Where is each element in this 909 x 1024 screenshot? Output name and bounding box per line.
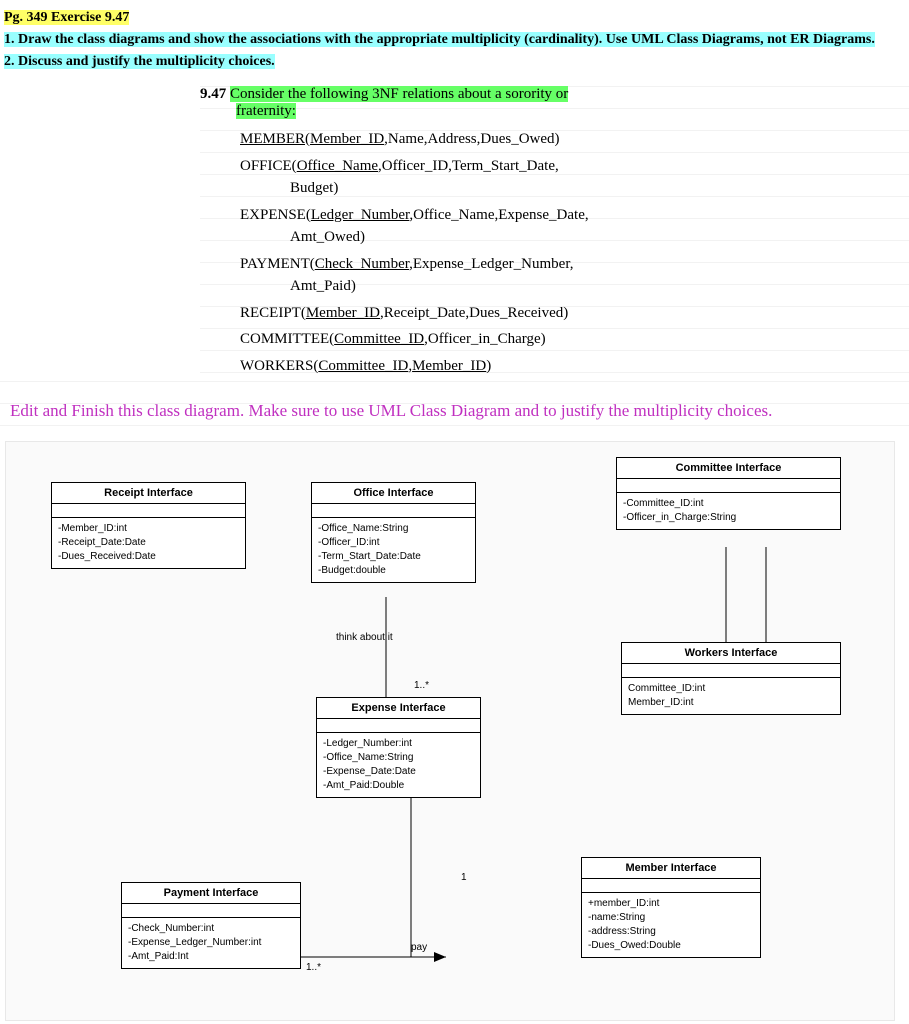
uml-attr: -Budget:double <box>318 564 469 578</box>
uml-attr: -Dues_Owed:Double <box>588 939 754 953</box>
uml-receipt: Receipt Interface -Member_ID:int -Receip… <box>51 482 246 569</box>
uml-attr: -Office_Name:String <box>318 522 469 536</box>
label-think: think about it <box>336 632 393 643</box>
uml-workers: Workers Interface Committee_ID:int Membe… <box>621 642 841 715</box>
handwritten-note: Edit and Finish this class diagram. Make… <box>0 381 909 431</box>
uml-attr: Member_ID:int <box>628 696 834 710</box>
label-multiplicity: 1..* <box>306 962 321 973</box>
uml-title: Expense Interface <box>317 698 480 719</box>
label-multiplicity: 1 <box>461 872 467 883</box>
uml-attr: -Expense_Ledger_Number:int <box>128 936 294 950</box>
uml-attr: -address:String <box>588 925 754 939</box>
uml-title: Receipt Interface <box>52 483 245 504</box>
page-ref: Pg. 349 Exercise 9.47 <box>4 10 129 25</box>
exercise-block: 9.47 Consider the following 3NF relation… <box>200 86 909 377</box>
question-2: 2. Discuss and justify the multiplicity … <box>4 54 275 69</box>
uml-attr: -Receipt_Date:Date <box>58 536 239 550</box>
uml-attr: -Amt_Paid:Int <box>128 950 294 964</box>
uml-title: Committee Interface <box>617 458 840 479</box>
uml-attr: -Ledger_Number:int <box>323 737 474 751</box>
header: Pg. 349 Exercise 9.47 1. Draw the class … <box>0 0 909 86</box>
uml-attr: -name:String <box>588 911 754 925</box>
uml-attr: -Term_Start_Date:Date <box>318 550 469 564</box>
exercise-number: 9.47 <box>200 86 226 102</box>
uml-attr: -Amt_Paid:Double <box>323 779 474 793</box>
uml-expense: Expense Interface -Ledger_Number:int -Of… <box>316 697 481 798</box>
label-pay: pay <box>411 942 427 953</box>
uml-member: Member Interface +member_ID:int -name:St… <box>581 857 761 958</box>
uml-attr: -Officer_in_Charge:String <box>623 511 834 525</box>
uml-attr: -Officer_ID:int <box>318 536 469 550</box>
uml-title: Workers Interface <box>622 643 840 664</box>
uml-title: Member Interface <box>582 858 760 879</box>
uml-title: Payment Interface <box>122 883 300 904</box>
exercise-intro-1: Consider the following 3NF relations abo… <box>230 86 568 102</box>
uml-payment: Payment Interface -Check_Number:int -Exp… <box>121 882 301 969</box>
uml-attr: -Committee_ID:int <box>623 497 834 511</box>
uml-title: Office Interface <box>312 483 475 504</box>
uml-attr: -Check_Number:int <box>128 922 294 936</box>
diagram-area: Receipt Interface -Member_ID:int -Receip… <box>5 441 895 1021</box>
question-1: 1. Draw the class diagrams and show the … <box>4 32 875 47</box>
uml-attr: -Office_Name:String <box>323 751 474 765</box>
exercise-intro-2: fraternity: <box>236 103 296 119</box>
uml-office: Office Interface -Office_Name:String -Of… <box>311 482 476 583</box>
uml-attr: +member_ID:int <box>588 897 754 911</box>
uml-committee: Committee Interface -Committee_ID:int -O… <box>616 457 841 530</box>
uml-attr: -Member_ID:int <box>58 522 239 536</box>
label-multiplicity: 1..* <box>414 680 429 691</box>
uml-attr: -Expense_Date:Date <box>323 765 474 779</box>
uml-attr: Committee_ID:int <box>628 682 834 696</box>
uml-attr: -Dues_Received:Date <box>58 550 239 564</box>
